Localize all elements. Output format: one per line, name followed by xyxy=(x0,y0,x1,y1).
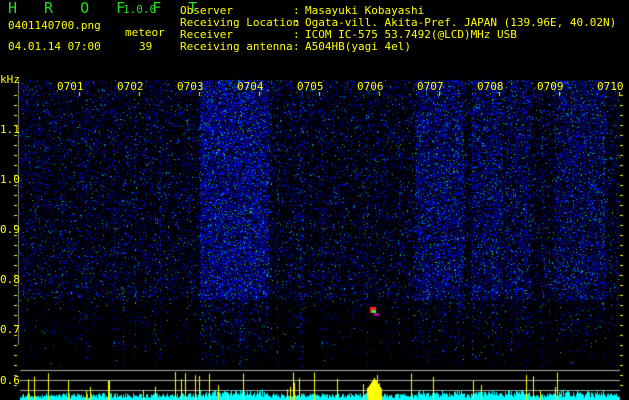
y-tick-label: 0.8 xyxy=(0,273,20,286)
x-tick-label: 0705 xyxy=(297,80,324,93)
colon: : xyxy=(293,40,300,53)
x-tick-label: 0701 xyxy=(57,80,84,93)
info-value-antenna: A504HB(yagi 4el) xyxy=(305,40,411,53)
y-tick-label: 1.0 xyxy=(0,173,20,186)
y-tick-label: 0.6 xyxy=(0,374,20,387)
x-tick-label: 0707 xyxy=(417,80,444,93)
y-axis-unit: kHz xyxy=(0,73,20,86)
app-version: 1.0.0 xyxy=(123,3,157,16)
y-tick-label: 0.9 xyxy=(0,223,20,236)
x-tick-label: 0706 xyxy=(357,80,384,93)
meteor-count: 39 xyxy=(139,40,153,53)
info-label-antenna: Receiving antenna xyxy=(180,40,293,53)
x-tick-label: 0708 xyxy=(477,80,504,93)
x-tick-label: 0702 xyxy=(117,80,144,93)
spectrogram-canvas xyxy=(0,70,629,400)
y-tick-label: 1.1 xyxy=(0,123,20,136)
datetime: 04.01.14 07:00 xyxy=(8,40,101,53)
y-tick-label: 0.7 xyxy=(0,323,20,336)
x-tick-label: 0703 xyxy=(177,80,204,93)
x-tick-label: 0704 xyxy=(237,80,264,93)
app-title: H R O F F T xyxy=(8,0,207,17)
meteor-label: meteor xyxy=(125,26,165,39)
filename: 0401140700.png xyxy=(8,19,101,32)
x-tick-label: 0709 xyxy=(537,80,564,93)
x-tick-label: 0710 xyxy=(597,80,624,93)
